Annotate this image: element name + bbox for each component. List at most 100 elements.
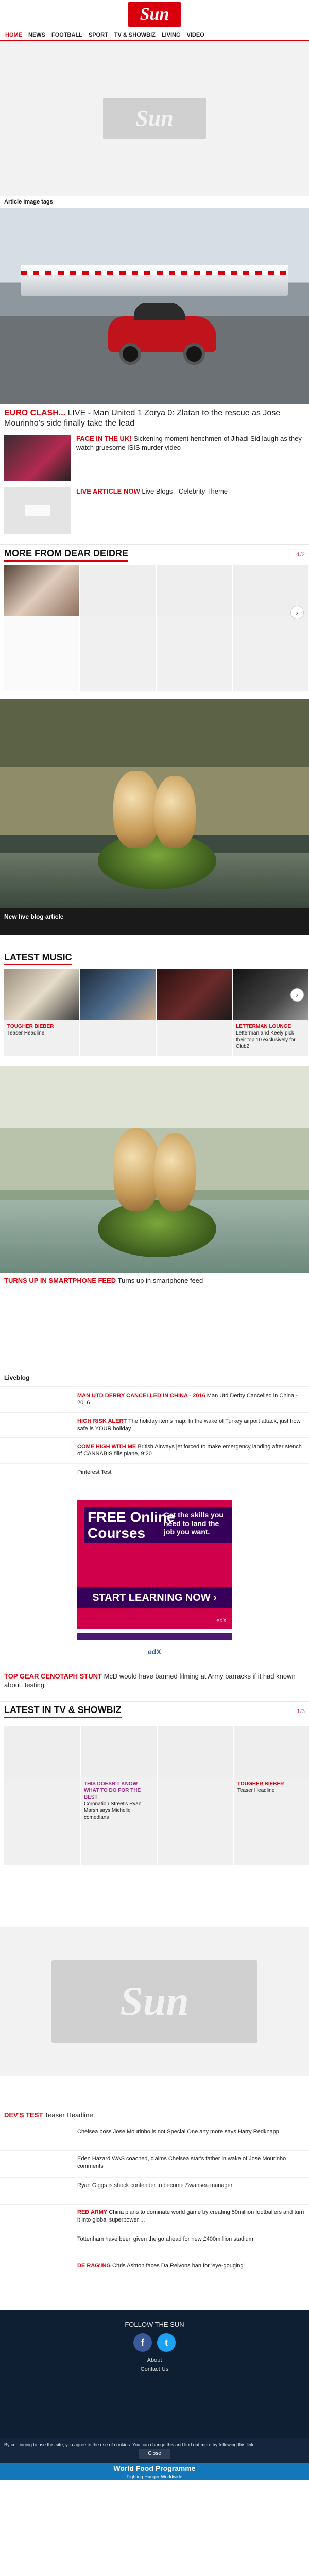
nav-football[interactable]: Football	[52, 32, 82, 40]
section-header-dear-deidre: More from Dear Deidre 1/2	[0, 544, 309, 565]
liveblog-item[interactable]: Pinterest Test	[0, 1463, 309, 1488]
caption-bar-extension	[0, 925, 309, 935]
music-card[interactable]: LETTERMAN LOUNGE Letterman and Keely pick…	[233, 969, 308, 1056]
social-links: f t	[0, 2333, 309, 2352]
blank-space	[0, 1289, 309, 1371]
live-blog-image[interactable]: New live blog article	[0, 699, 309, 925]
chevron-right-icon[interactable]: ›	[290, 988, 304, 1002]
footer-link-about[interactable]: About	[0, 2357, 309, 2363]
music-card[interactable]	[157, 969, 232, 1056]
nav-home[interactable]: Home	[5, 32, 22, 40]
news-list-item[interactable]: Chelsea boss Jose Mourinho is not Specia…	[0, 2124, 309, 2150]
card-image	[234, 1725, 309, 1777]
follow-label: FOLLOW THE SUN	[125, 2320, 184, 2329]
tv-card[interactable]	[158, 1725, 233, 1865]
page: Sun Home News Football Sport TV & Showbi…	[0, 0, 309, 2481]
section-title[interactable]: Latest Music	[4, 952, 72, 965]
news-list-item[interactable]: Tottenham have been given the go ahead f…	[0, 2231, 309, 2258]
carousel-card[interactable]	[157, 565, 232, 691]
card-text: Teaser Headline	[237, 1787, 275, 1793]
ad-sun-logo: Sun	[52, 1960, 258, 2043]
cookie-close-button[interactable]: Close	[139, 2449, 170, 2459]
item-text: Pinterest Test	[77, 1469, 112, 1476]
wfp-title: World Food Programme	[113, 2464, 196, 2473]
card-image	[4, 565, 79, 616]
nav-tv-showbiz[interactable]: TV & Showbiz	[114, 32, 156, 40]
news-list-item[interactable]: DE RAG'ING Chris Ashton faces Da Reivons…	[0, 2258, 309, 2284]
item-kicker: MAN UTD DERBY CANCELLED IN CHINA - 2016	[77, 1393, 205, 1399]
latest-music-carousel: TOUGHER BIEBER Teaser Headline LETTERMAN …	[0, 969, 309, 1061]
dear-deidre-carousel: ›	[0, 565, 309, 699]
hero-headline[interactable]: EURO CLASH... LIVE - Man United 1 Zorya …	[0, 404, 309, 432]
footer: FOLLOW THE SUN f t About Contact Us By c…	[0, 2310, 309, 2481]
story-teaser[interactable]: DEV'S TEST Teaser Headline	[0, 2107, 309, 2124]
card-text: Teaser Headline	[7, 1030, 45, 1036]
tv-showbiz-carousel: THIS DOESN'T KNOW WHAT TO DO FOR THE BES…	[0, 1725, 309, 1865]
nav-video[interactable]: Video	[187, 32, 204, 40]
item-text: China plans to dominate world game by cr…	[77, 2209, 304, 2224]
wfp-banner[interactable]: World Food Programme Fighting Hunger Wor…	[0, 2463, 309, 2481]
article-image-tags: Article Image tags	[4, 199, 53, 205]
item-text: Chelsea boss Jose Mourinho is not Specia…	[77, 2129, 279, 2136]
tv-card[interactable]	[4, 1725, 80, 1865]
music-card[interactable]: TOUGHER BIEBER Teaser Headline	[4, 969, 79, 1056]
section-title[interactable]: More from Dear Deidre	[4, 548, 129, 562]
item-text: Ryan Giggs is shock contender to become …	[77, 2182, 233, 2189]
carousel-card[interactable]	[4, 565, 79, 691]
edx-logo[interactable]: edX	[0, 1648, 309, 1656]
card-image	[80, 969, 156, 1020]
facebook-icon[interactable]: f	[133, 2333, 152, 2352]
blank-space	[0, 2076, 309, 2107]
liveblog-item[interactable]: MAN UTD DERBY CANCELLED IN CHINA - 2016 …	[0, 1386, 309, 1412]
story-text: Turns up in smartphone feed	[116, 1277, 203, 1284]
music-card[interactable]	[80, 969, 156, 1056]
top-ad-placeholder: Sun	[0, 41, 309, 196]
carousel-card[interactable]	[80, 565, 156, 691]
liveblog-title: Liveblog	[4, 1374, 30, 1381]
item-kicker: COME HIGH WITH ME	[77, 1444, 136, 1450]
card-image	[80, 565, 156, 616]
hero-kicker: EURO CLASH...	[4, 409, 66, 417]
tv-card[interactable]: THIS DOESN'T KNOW WHAT TO DO FOR THE BES…	[81, 1725, 157, 1865]
carousel-card[interactable]	[233, 565, 308, 691]
monkey-graphic	[154, 776, 196, 848]
start-learning-button[interactable]: START LEARNING NOW ›	[77, 1586, 232, 1608]
tv-card[interactable]: TOUGHER BIEBER Teaser Headline	[234, 1725, 309, 1865]
story-teaser[interactable]: TURNS UP IN SMARTPHONE FEED Turns up in …	[0, 1273, 309, 1289]
moss-graphic	[98, 1200, 216, 1257]
car-wheel-graphic	[119, 343, 141, 365]
item-text: Eden Hazard WAS coached, claims Chelsea …	[77, 2156, 286, 2170]
nav-living[interactable]: Living	[162, 32, 181, 40]
section-title[interactable]: Latest in TV & Showbiz	[4, 1705, 122, 1719]
edx-promo-ad[interactable]: FREE Online Courses Get the skills you n…	[77, 1500, 232, 1629]
story-item[interactable]: LIVE ARTICLE NOW Live Blogs - Celebrity …	[0, 484, 309, 537]
chevron-right-icon[interactable]: ›	[290, 606, 304, 619]
story-text: Live Blogs - Celebrity Theme	[140, 487, 228, 495]
main-nav: Home News Football Sport TV & Showbiz Li…	[0, 30, 309, 41]
story-item[interactable]: FACE IN THE UK! Sickening moment henchme…	[0, 432, 309, 484]
card-image	[158, 1725, 233, 1777]
story-teaser[interactable]: TOP GEAR CENOTAPH STUNT McD would have b…	[0, 1668, 309, 1694]
card-kicker: TOUGHER BIEBER	[7, 1024, 54, 1029]
smartphone-feed-image[interactable]	[0, 1066, 309, 1273]
story-kicker: LIVE ARTICLE NOW	[76, 487, 140, 495]
monkey-graphic	[113, 1128, 160, 1211]
twitter-icon[interactable]: t	[157, 2333, 176, 2352]
card-image	[81, 1725, 157, 1777]
hero-image[interactable]	[0, 208, 309, 404]
card-image	[4, 1725, 80, 1777]
carousel-pager: 1/2	[297, 551, 305, 558]
monkey-graphic	[154, 1133, 196, 1211]
news-list-item[interactable]: Ryan Giggs is shock contender to become …	[0, 2177, 309, 2204]
sun-logo[interactable]: Sun	[128, 2, 181, 27]
news-list-item[interactable]: RED ARMY China plans to dominate world g…	[0, 2204, 309, 2231]
nav-news[interactable]: News	[28, 32, 45, 40]
liveblog-item[interactable]: HIGH RISK ALERT The holiday items map: I…	[0, 1412, 309, 1438]
news-list-item[interactable]: Eden Hazard WAS coached, claims Chelsea …	[0, 2150, 309, 2177]
card-kicker: LETTERMAN LOUNGE	[236, 1024, 291, 1029]
story-thumbnail	[4, 435, 71, 481]
footer-link-contact[interactable]: Contact Us	[0, 2366, 309, 2372]
car-wheel-graphic	[183, 343, 205, 365]
liveblog-item[interactable]: COME HIGH WITH ME British Airways jet fo…	[0, 1437, 309, 1463]
nav-sport[interactable]: Sport	[89, 32, 108, 40]
